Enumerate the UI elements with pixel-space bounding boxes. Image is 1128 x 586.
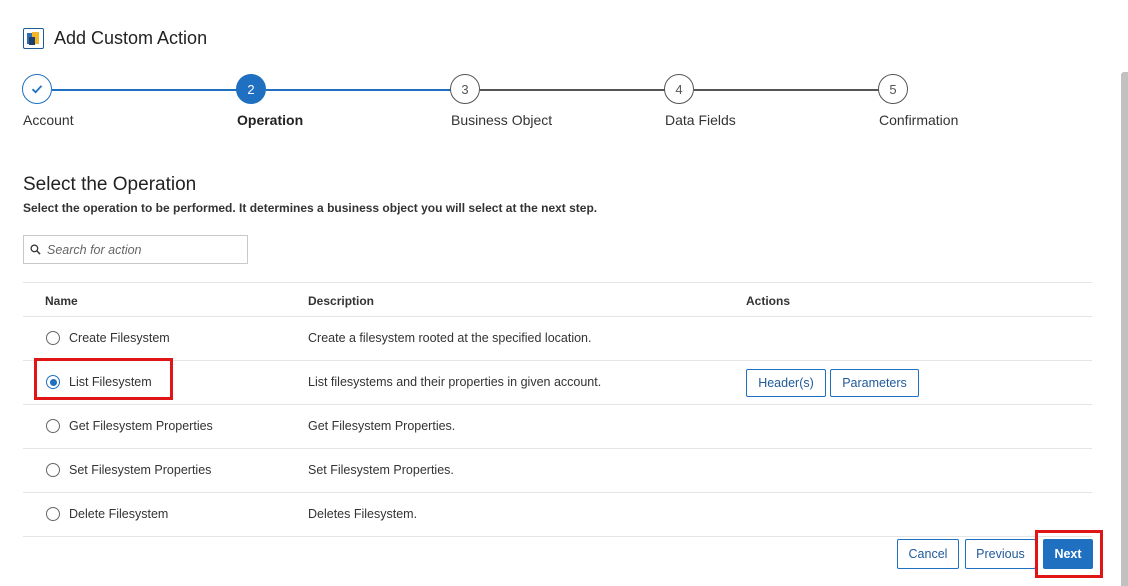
column-header-actions: Actions [746, 294, 791, 308]
row-name: Get Filesystem Properties [69, 419, 213, 433]
table-row-selected[interactable]: List Filesystem List filesystems and the… [23, 361, 1092, 405]
step-4-label: Data Fields [665, 112, 736, 128]
step-1-label: Account [23, 112, 74, 128]
row-radio[interactable] [46, 331, 60, 345]
cancel-button[interactable]: Cancel [897, 539, 959, 569]
step-2-label: Operation [237, 112, 304, 128]
row-description: Set Filesystem Properties. [308, 463, 454, 477]
row-name: Set Filesystem Properties [69, 463, 212, 477]
step-2-operation-indicator[interactable]: 2 [236, 74, 266, 104]
operations-table: Name Description Actions Create Filesyst… [23, 282, 1092, 537]
check-icon [31, 85, 43, 94]
highlight-box-selected-row [34, 358, 173, 400]
step-3-business-object-indicator[interactable]: 3 [450, 74, 480, 104]
row-description: Get Filesystem Properties. [308, 419, 456, 433]
headers-button[interactable]: Header(s) [746, 369, 826, 397]
row-description: Deletes Filesystem. [308, 507, 418, 521]
row-radio[interactable] [46, 507, 60, 521]
row-description: Create a filesystem rooted at the specif… [308, 331, 592, 345]
row-name: Delete Filesystem [69, 507, 169, 521]
step-connector [480, 88, 666, 91]
table-row[interactable]: Delete Filesystem Deletes Filesystem. [23, 493, 1092, 537]
previous-button[interactable]: Previous [965, 539, 1036, 569]
row-description: List filesystems and their properties in… [308, 375, 602, 389]
parameters-button[interactable]: Parameters [830, 369, 919, 397]
step-1-account-indicator[interactable] [22, 74, 52, 104]
custom-action-app-icon [23, 27, 44, 49]
search-icon [30, 244, 41, 255]
column-header-description: Description [308, 294, 375, 308]
step-connector [52, 88, 238, 91]
step-5-label: Confirmation [879, 112, 959, 128]
table-row[interactable]: Set Filesystem Properties Set Filesystem… [23, 449, 1092, 493]
wizard-stepper: 2 3 4 5 Account Operation Business Objec… [0, 74, 1128, 134]
highlight-box-next-button [1035, 530, 1103, 578]
column-header-name: Name [45, 294, 78, 308]
row-radio[interactable] [46, 419, 60, 433]
search-input[interactable] [47, 242, 237, 257]
search-box[interactable] [23, 235, 248, 264]
row-name: Create Filesystem [69, 331, 170, 345]
table-header: Name Description Actions [23, 282, 1092, 317]
step-4-data-fields-indicator[interactable]: 4 [664, 74, 694, 104]
step-connector [694, 88, 880, 91]
table-row[interactable]: Create Filesystem Create a filesystem ro… [23, 317, 1092, 361]
step-connector [266, 88, 452, 91]
vertical-scrollbar[interactable] [1121, 72, 1128, 586]
step-5-confirmation-indicator[interactable]: 5 [878, 74, 908, 104]
section-title: Select the Operation [23, 174, 197, 195]
page-header: Add Custom Action [23, 26, 207, 50]
step-3-label: Business Object [451, 112, 553, 128]
table-row[interactable]: Get Filesystem Properties Get Filesystem… [23, 405, 1092, 449]
row-radio[interactable] [46, 463, 60, 477]
section-subtitle: Select the operation to be performed. It… [23, 201, 598, 215]
page-title: Add Custom Action [54, 27, 208, 48]
